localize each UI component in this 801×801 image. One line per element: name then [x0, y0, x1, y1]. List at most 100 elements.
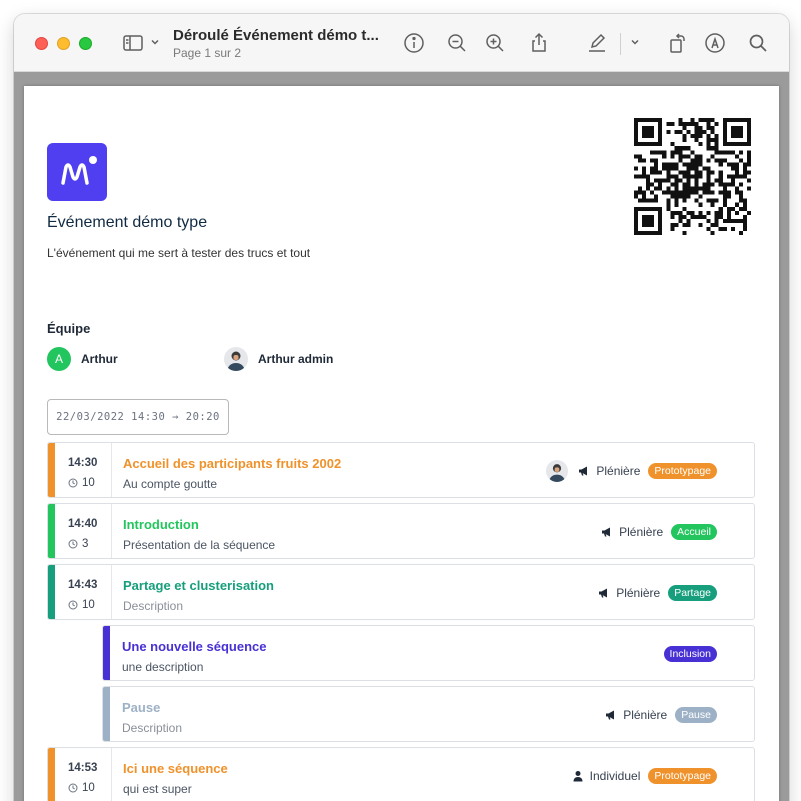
session-title: Pause [122, 700, 161, 715]
team-heading: Équipe [47, 321, 91, 336]
team-member: A Arthur [47, 346, 118, 372]
sub-session-row[interactable]: Pause Description Plénière Pause [102, 686, 755, 742]
markup-icon[interactable] [703, 31, 727, 55]
duration-value: 10 [82, 477, 95, 489]
session-meta: Inclusion [662, 644, 717, 664]
session-meta: Plénière Pause [605, 705, 717, 725]
session-color-bar [48, 748, 55, 801]
minimize-window-button[interactable] [57, 37, 70, 50]
share-icon[interactable] [527, 31, 551, 55]
session-format: Plénière [596, 464, 641, 478]
session-format: Individuel [589, 769, 641, 783]
document-title: Déroulé Événement démo t... [173, 27, 379, 44]
title-bar: Déroulé Événement démo t... Page 1 sur 2 [14, 14, 789, 72]
megaphone-icon [578, 465, 590, 477]
member-name: Arthur admin [258, 352, 334, 366]
session-row[interactable]: 14:53 10 Ici une séquence qui est super … [47, 747, 755, 801]
info-icon[interactable] [402, 31, 426, 55]
session-duration: 10 [68, 477, 95, 489]
session-color-bar [48, 504, 55, 558]
session-tag-badge: Prototypage [648, 463, 717, 479]
zoom-in-icon[interactable] [483, 31, 507, 55]
avatar [546, 460, 569, 482]
chevron-down-icon[interactable] [630, 37, 640, 47]
session-color-bar [103, 687, 110, 741]
megaphone-icon [605, 709, 617, 721]
session-tag-badge: Partage [668, 585, 717, 601]
duration-value: 10 [82, 782, 95, 794]
session-tag-badge: Inclusion [663, 646, 717, 662]
highlight-icon[interactable] [585, 31, 609, 55]
duration-value: 10 [82, 599, 95, 611]
session-format: Plénière [619, 525, 664, 539]
session-duration: 3 [68, 538, 88, 550]
avatar [224, 347, 248, 371]
document-viewport[interactable]: Événement démo type L'événement qui me s… [14, 72, 789, 801]
session-meta: Individuel Prototypage [572, 766, 717, 786]
zoom-out-icon[interactable] [445, 31, 469, 55]
session-duration: 10 [68, 782, 95, 794]
session-meta: Plénière Partage [598, 583, 717, 603]
qr-code [634, 118, 751, 235]
session-tag-badge: Pause [675, 707, 717, 723]
session-start-time: 14:30 [68, 457, 98, 469]
session-title: Ici une séquence [123, 761, 228, 776]
session-row[interactable]: 14:43 10 Partage et clusterisation Descr… [47, 564, 755, 620]
document-page: Événement démo type L'événement qui me s… [24, 86, 779, 801]
session-start-time: 14:40 [68, 518, 98, 530]
session-row[interactable]: 14:40 3 Introduction Présentation de la … [47, 503, 755, 559]
session-time-column: 14:40 3 [55, 504, 112, 558]
member-name: Arthur [81, 352, 118, 366]
megaphone-icon [598, 587, 610, 599]
zoom-window-button[interactable] [79, 37, 92, 50]
clock-icon [68, 539, 78, 549]
session-meta: Plénière Accueil [601, 522, 717, 542]
session-color-bar [103, 626, 110, 680]
session-start-time: 14:53 [68, 762, 98, 774]
session-description: Présentation de la séquence [123, 538, 276, 552]
avatar: A [47, 347, 71, 371]
user-icon [572, 770, 584, 782]
session-tag-badge: Accueil [671, 524, 717, 540]
session-duration: 10 [68, 599, 95, 611]
session-title: Introduction [123, 517, 199, 532]
toolbar-separator [620, 33, 621, 55]
session-description: qui est super [123, 782, 192, 796]
app-logo [47, 143, 107, 201]
session-description: une description [122, 660, 204, 674]
preview-window: Déroulé Événement démo t... Page 1 sur 2 [14, 14, 789, 801]
sidebar-icon[interactable] [121, 31, 145, 55]
sub-session-row[interactable]: Une nouvelle séquence une description In… [102, 625, 755, 681]
event-title: Événement démo type [47, 214, 208, 231]
date-range: 22/03/2022 14:30 → 20:20 [47, 399, 229, 435]
team-member: Arthur admin [224, 346, 333, 372]
clock-icon [68, 783, 78, 793]
session-description: Description [122, 721, 183, 735]
duration-value: 3 [82, 538, 89, 550]
session-time-column: 14:43 10 [55, 565, 112, 619]
session-format: Plénière [616, 586, 661, 600]
session-tag-badge: Prototypage [648, 768, 717, 784]
session-title: Une nouvelle séquence [122, 639, 267, 654]
session-color-bar [48, 443, 55, 497]
clock-icon [68, 600, 78, 610]
session-color-bar [48, 565, 55, 619]
event-description: L'événement qui me sert à tester des tru… [47, 246, 311, 260]
close-window-button[interactable] [35, 37, 48, 50]
session-description: Description [123, 599, 184, 613]
session-time-column: 14:53 10 [55, 748, 112, 801]
rotate-icon[interactable] [665, 31, 689, 55]
search-icon[interactable] [746, 31, 770, 55]
session-format: Plénière [623, 708, 668, 722]
session-description: Au compte goutte [123, 477, 218, 491]
session-row[interactable]: 14:30 10 Accueil des participants fruits… [47, 442, 755, 498]
session-title: Accueil des participants fruits 2002 [123, 456, 342, 471]
document-page-indicator: Page 1 sur 2 [173, 46, 242, 60]
session-start-time: 14:43 [68, 579, 98, 591]
session-title: Partage et clusterisation [123, 578, 274, 593]
session-time-column: 14:30 10 [55, 443, 112, 497]
chevron-down-icon[interactable] [150, 37, 160, 47]
session-meta: Plénière Prototypage [546, 460, 717, 482]
megaphone-icon [601, 526, 613, 538]
clock-icon [68, 478, 78, 488]
